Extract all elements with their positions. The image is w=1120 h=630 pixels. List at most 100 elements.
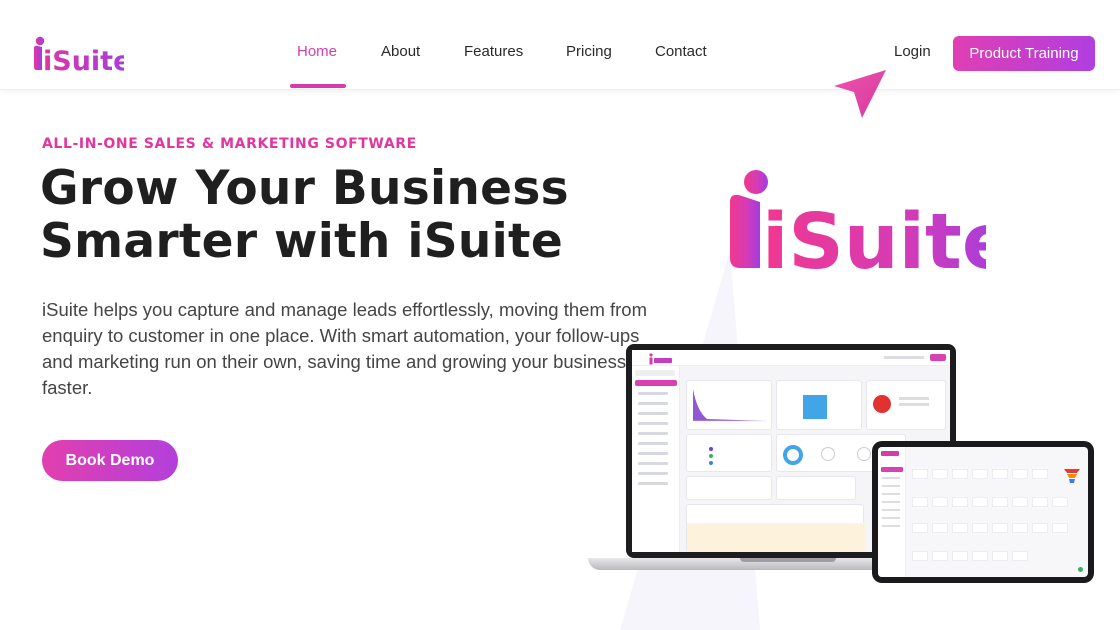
tablet-stat-cell <box>932 523 948 533</box>
mini-legend <box>899 403 929 406</box>
mini-menu-item <box>638 432 668 435</box>
active-nav-indicator <box>290 84 346 88</box>
tablet-stat-cell <box>932 469 948 479</box>
dashboard-topbar <box>632 350 950 366</box>
mini-legend <box>899 397 929 400</box>
tablet-stat-cell <box>1052 497 1068 507</box>
mini-pie-card <box>866 380 946 430</box>
mini-search <box>635 370 675 376</box>
tablet-stat-cell <box>932 497 948 507</box>
mini-menu-item <box>638 412 668 415</box>
tablet-stat-cell <box>1032 469 1048 479</box>
mini-menu-item <box>638 442 668 445</box>
mini-table-card <box>686 504 865 552</box>
tablet-stat-cell <box>972 469 988 479</box>
mini-stat-icon <box>821 447 835 461</box>
logo-wordmark: iSuite <box>43 46 124 74</box>
nav-pricing[interactable]: Pricing <box>566 43 612 60</box>
tablet-menu-item <box>882 525 900 527</box>
hero-eyebrow: ALL-IN-ONE SALES & MARKETING SOFTWARE <box>42 136 417 152</box>
tablet-mockup <box>872 441 1094 583</box>
tablet-stat-cell <box>1032 523 1048 533</box>
tablet-preview-screen <box>878 447 1088 577</box>
tablet-stat-cell <box>1052 523 1068 533</box>
tablet-sidebar <box>878 447 906 577</box>
mini-menu-item <box>638 422 668 425</box>
mini-action-icon <box>930 354 946 361</box>
nav-home[interactable]: Home <box>297 43 337 60</box>
nav-features[interactable]: Features <box>464 43 523 60</box>
mini-dot <box>709 461 713 465</box>
tablet-stat-cell <box>1012 551 1028 561</box>
tablet-stat-cell <box>952 523 968 533</box>
mini-dot <box>709 454 713 458</box>
mini-summary-card <box>776 476 856 500</box>
tablet-chat-icon <box>1078 567 1083 572</box>
mini-topbar-text <box>884 356 924 359</box>
mini-chart-card <box>686 380 772 430</box>
mini-logo-icon <box>649 353 672 365</box>
tablet-logo-icon <box>881 451 899 456</box>
nav-about[interactable]: About <box>381 43 420 60</box>
mini-list-card <box>686 434 772 472</box>
mini-bar <box>803 395 827 419</box>
tablet-stat-cell <box>972 523 988 533</box>
tablet-stat-cell <box>912 523 928 533</box>
isuite-logo-small-icon: iSuite <box>34 36 131 77</box>
logo-large-wordmark: iSuite <box>762 198 986 276</box>
tablet-menu-item <box>882 509 900 511</box>
tablet-stat-cell <box>992 469 1008 479</box>
tablet-stat-cell <box>1012 469 1028 479</box>
dashboard-sidebar <box>632 366 680 552</box>
tablet-active-menu <box>881 467 903 472</box>
mini-pie <box>873 395 891 413</box>
mini-menu-item <box>638 392 668 395</box>
mini-area-chart <box>693 389 767 422</box>
tablet-stat-cell <box>932 551 948 561</box>
book-demo-button[interactable]: Book Demo <box>42 440 178 481</box>
mini-menu-item <box>638 462 668 465</box>
laptop-notch <box>740 558 836 562</box>
tablet-stat-cell <box>972 497 988 507</box>
tablet-stat-cell <box>952 469 968 479</box>
tablet-menu-item <box>882 477 900 479</box>
pointer-arrow-icon <box>834 70 886 118</box>
mini-summary-card <box>686 476 772 500</box>
mini-menu-item <box>638 402 668 405</box>
tablet-stat-cell <box>952 551 968 561</box>
isuite-logo-large-icon: iSuite <box>730 170 986 276</box>
mini-active-menu <box>635 380 677 386</box>
product-training-button[interactable]: Product Training <box>953 36 1095 71</box>
tablet-stat-cell <box>912 497 928 507</box>
tablet-stat-cell <box>912 469 928 479</box>
hero-headline: Grow Your Business Smarter with iSuite <box>40 162 660 268</box>
hero-description: iSuite helps you capture and manage lead… <box>42 299 647 398</box>
tablet-stat-cell <box>992 523 1008 533</box>
tablet-stat-cell <box>1012 523 1028 533</box>
mini-table-body <box>687 523 865 552</box>
tablet-funnel-icon <box>1064 469 1080 483</box>
tablet-menu-item <box>882 501 900 503</box>
headline-line-1: Grow Your Business <box>40 161 569 216</box>
tablet-menu-item <box>882 493 900 495</box>
login-link[interactable]: Login <box>894 43 931 60</box>
mini-menu-item <box>638 472 668 475</box>
brand-logo[interactable]: iSuite <box>32 36 131 78</box>
mini-menu-item <box>638 452 668 455</box>
mini-bar-card <box>776 380 862 430</box>
tablet-stat-cell <box>972 551 988 561</box>
nav-contact[interactable]: Contact <box>655 43 707 60</box>
tablet-menu-item <box>882 485 900 487</box>
mini-donut <box>783 445 803 465</box>
tablet-stat-cell <box>1012 497 1028 507</box>
mini-dot <box>709 447 713 451</box>
top-navbar: iSuite Home About Features Pricing Conta… <box>0 0 1120 90</box>
tablet-stat-cell <box>992 551 1008 561</box>
tablet-stat-cell <box>1032 497 1048 507</box>
tablet-stat-cell <box>912 551 928 561</box>
tablet-menu-item <box>882 517 900 519</box>
headline-line-2: Smarter with iSuite <box>40 214 563 269</box>
tablet-stat-cell <box>952 497 968 507</box>
mini-stat-icon <box>857 447 871 461</box>
mini-menu-item <box>638 482 668 485</box>
